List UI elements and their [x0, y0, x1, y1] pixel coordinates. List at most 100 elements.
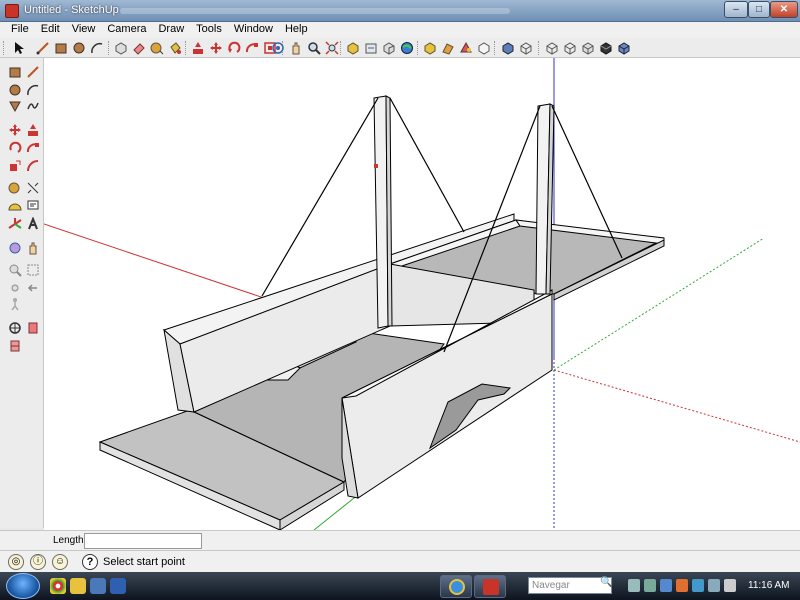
circle-icon[interactable] — [7, 82, 23, 98]
menu-tools[interactable]: Tools — [190, 22, 228, 38]
chrome-icon[interactable] — [50, 578, 66, 594]
menu-help[interactable]: Help — [279, 22, 314, 38]
menu-edit[interactable]: Edit — [35, 22, 66, 38]
iso-view-icon[interactable] — [500, 40, 516, 56]
zoom-extents-icon[interactable] — [324, 40, 340, 56]
eraser-icon[interactable] — [131, 40, 147, 56]
offset-icon[interactable] — [25, 158, 41, 174]
zoom-extents-icon[interactable] — [7, 280, 23, 296]
toolbar-grip[interactable] — [185, 41, 187, 55]
line-icon[interactable] — [35, 40, 51, 56]
3d-text-icon[interactable] — [25, 216, 41, 232]
tray-volume-icon[interactable] — [724, 579, 736, 592]
push-pull-icon[interactable] — [190, 40, 206, 56]
menu-window[interactable]: Window — [228, 22, 279, 38]
tray-update-icon[interactable] — [676, 579, 688, 592]
menu-draw[interactable]: Draw — [152, 22, 190, 38]
model-canvas[interactable] — [44, 58, 800, 530]
share-model-icon[interactable] — [363, 40, 379, 56]
section-plane-icon[interactable] — [7, 338, 23, 354]
protractor-icon[interactable] — [7, 198, 23, 214]
tray-bluetooth-icon[interactable] — [692, 579, 704, 592]
top-view-icon[interactable] — [518, 40, 534, 56]
zoom-window-icon[interactable] — [25, 262, 41, 278]
ie-task-button[interactable] — [440, 575, 472, 598]
get-models-icon[interactable] — [345, 40, 361, 56]
materials-icon[interactable] — [458, 40, 474, 56]
rotate-icon[interactable] — [7, 140, 23, 156]
rectangle-icon[interactable] — [53, 40, 69, 56]
desktop-icon[interactable] — [90, 578, 106, 594]
right-view-icon[interactable] — [562, 40, 578, 56]
look-around-icon[interactable] — [7, 320, 23, 336]
freehand-icon[interactable] — [25, 98, 41, 114]
components-browser-icon[interactable] — [422, 40, 438, 56]
rotate-icon[interactable] — [226, 40, 242, 56]
scale-icon[interactable] — [7, 158, 23, 174]
left-view-icon[interactable] — [598, 40, 614, 56]
orbit-icon[interactable] — [7, 240, 23, 256]
share-component-icon[interactable] — [381, 40, 397, 56]
close-button[interactable]: ✕ — [770, 1, 798, 18]
menu-camera[interactable]: Camera — [101, 22, 152, 38]
select-icon[interactable] — [11, 40, 27, 56]
arc-icon[interactable] — [89, 40, 105, 56]
position-camera-icon[interactable] — [25, 320, 41, 336]
toolbar-grip[interactable] — [108, 41, 110, 55]
orbit-icon[interactable] — [270, 40, 286, 56]
search-icon[interactable]: 🔍 — [600, 577, 612, 588]
dimension-icon[interactable] — [25, 180, 41, 196]
move-icon[interactable] — [7, 122, 23, 138]
back-view-icon[interactable] — [580, 40, 596, 56]
toolbar-grip[interactable] — [417, 41, 419, 55]
line-icon[interactable] — [25, 64, 41, 80]
tray-app-icon[interactable] — [644, 579, 656, 592]
menu-view[interactable]: View — [66, 22, 102, 38]
circle-icon[interactable] — [71, 40, 87, 56]
make-component-icon[interactable] — [113, 40, 129, 56]
tray-connection-icon[interactable] — [708, 579, 720, 592]
follow-me-icon[interactable] — [244, 40, 260, 56]
maximize-button[interactable]: □ — [748, 1, 770, 18]
preview-google-earth-icon[interactable] — [399, 40, 415, 56]
pan-icon[interactable] — [25, 240, 41, 256]
front-view-icon[interactable] — [544, 40, 560, 56]
tape-measure-icon[interactable] — [7, 180, 23, 196]
arc-icon[interactable] — [25, 82, 41, 98]
follow-me-icon[interactable] — [25, 140, 41, 156]
previous-view-icon[interactable] — [25, 280, 41, 296]
rectangle-icon[interactable] — [7, 64, 23, 80]
walk-icon[interactable] — [7, 296, 23, 312]
menu-file[interactable]: File — [0, 22, 35, 38]
pan-icon[interactable] — [288, 40, 304, 56]
sketchup-app-icon[interactable] — [5, 4, 19, 18]
toolbar-grip[interactable] — [340, 41, 342, 55]
zoom-icon[interactable] — [7, 262, 23, 278]
polygon-icon[interactable] — [7, 98, 23, 114]
drawing-viewport[interactable] — [44, 58, 800, 530]
help-icon[interactable]: ? — [82, 554, 98, 570]
tape-measure-icon[interactable] — [149, 40, 165, 56]
explorer-icon[interactable] — [70, 578, 86, 594]
text-icon[interactable] — [25, 198, 41, 214]
toolbar-grip[interactable] — [538, 41, 540, 55]
minimize-button[interactable]: – — [724, 1, 748, 18]
tray-dropbox-icon[interactable] — [660, 579, 672, 592]
paint-bucket-icon[interactable] — [167, 40, 183, 56]
taskbar-clock[interactable]: 11:16 AM — [748, 580, 790, 591]
outlook-icon[interactable] — [110, 578, 126, 594]
styles-icon[interactable] — [476, 40, 492, 56]
toolbar-grip[interactable] — [3, 41, 5, 55]
push-pull-icon[interactable] — [25, 122, 41, 138]
axes-icon[interactable] — [7, 216, 23, 232]
start-button[interactable] — [6, 573, 40, 599]
get-photo-texture-icon[interactable] — [440, 40, 456, 56]
credits-icon[interactable]: ⓘ — [30, 554, 46, 570]
geo-location-icon[interactable]: ◎ — [8, 554, 24, 570]
sketchup-task-button[interactable] — [474, 575, 506, 598]
move-icon[interactable] — [208, 40, 224, 56]
user-icon[interactable]: ☺ — [52, 554, 68, 570]
zoom-icon[interactable] — [306, 40, 322, 56]
xray-icon[interactable] — [616, 40, 632, 56]
measurements-input[interactable] — [84, 533, 202, 549]
